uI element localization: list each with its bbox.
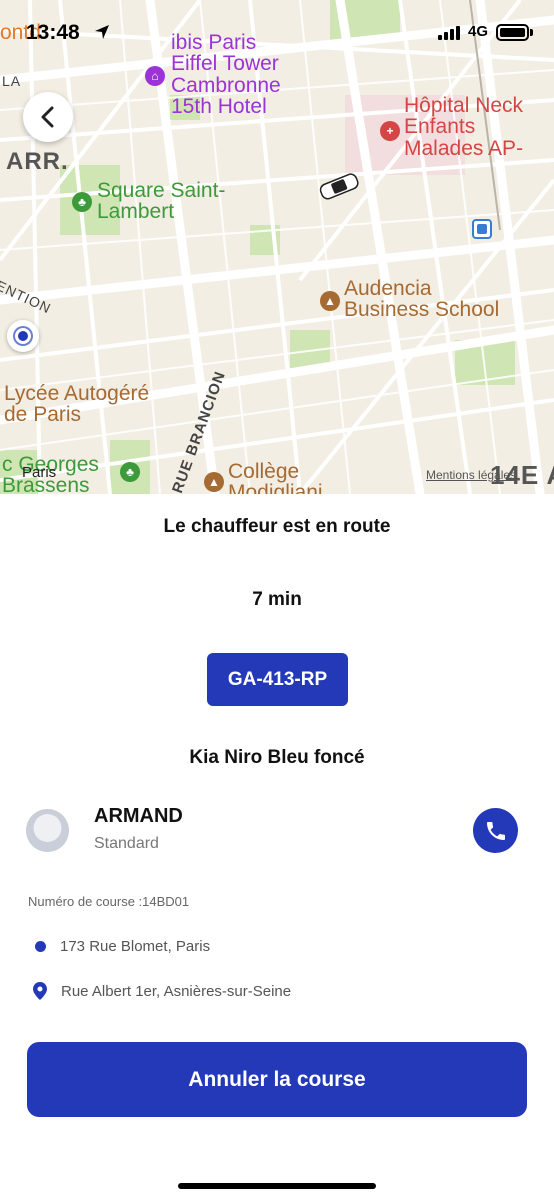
ride-status-title: Le chauffeur est en route <box>163 516 391 537</box>
eta-text: 7 min <box>252 589 302 610</box>
map-poi-lycee-line1: Lycée Autogéré <box>4 382 150 405</box>
map-poi-college-line2: Modigliani <box>228 481 323 494</box>
chevron-left-icon <box>41 106 54 128</box>
driver-avatar <box>26 809 69 852</box>
pickup-dot-icon <box>35 941 46 952</box>
person-icon <box>26 809 69 852</box>
map-poi-square[interactable]: Square Saint- Lambert <box>97 180 225 223</box>
map-poi-ibis-line2: Eiffel Tower <box>171 52 279 76</box>
map-poi-hopital-line1: Hôpital Neck <box>404 94 524 117</box>
map-poi-audencia-line2: Business School <box>344 298 500 322</box>
hospital-icon[interactable]: + <box>380 121 400 141</box>
map-poi-hopital-line3: Malades AP- <box>404 136 524 160</box>
college-icon[interactable]: ▲ <box>204 472 224 492</box>
phone-icon <box>486 821 505 840</box>
network-type: 4G <box>468 23 489 40</box>
ride-number: Numéro de course :14BD01 <box>28 894 190 909</box>
map-poi-audencia[interactable]: Audencia Business School <box>344 278 499 321</box>
taxi-car-icon <box>319 173 359 200</box>
map-poi-hopital[interactable]: Hôpital Neck Enfants Malades AP- <box>404 94 524 160</box>
map-pin-icon <box>33 982 47 1000</box>
hotel-icon[interactable]: ⌂ <box>145 66 165 86</box>
home-indicator[interactable] <box>178 1183 376 1189</box>
cancel-ride-button[interactable]: Annuler la course <box>27 1042 527 1117</box>
park-icon[interactable]: ♣ <box>72 192 92 212</box>
location-arrow-icon <box>95 25 109 39</box>
driver-category: Standard <box>94 835 159 852</box>
map-poi-square-line2: Lambert <box>97 200 175 224</box>
user-location-icon <box>7 320 39 352</box>
call-driver-button[interactable] <box>473 808 518 853</box>
map-poi-college-line1: Collège <box>228 460 300 483</box>
map-poi-audencia-line1: Audencia <box>344 277 432 300</box>
destination-address-row: Rue Albert 1er, Asnières-sur-Seine <box>33 982 291 1000</box>
battery-tip <box>530 29 533 36</box>
map-label-arrondissement: ARR. <box>6 148 69 175</box>
pickup-address-row: 173 Rue Blomet, Paris <box>33 938 210 955</box>
map-view[interactable]: ontd LA ARR. ⌂ ibis Paris Eiffel Tower C… <box>0 0 554 494</box>
map-poi-lycee[interactable]: Lycée Autogéré de Paris <box>4 383 149 426</box>
status-time: 13:48 <box>26 21 80 44</box>
metro-icon[interactable] <box>472 219 492 239</box>
map-poi-college[interactable]: Collège Modigliani <box>228 461 323 494</box>
driver-name: ARMAND <box>94 805 183 827</box>
pickup-address: 173 Rue Blomet, Paris <box>60 938 211 955</box>
park-icon-2[interactable]: ♣ <box>120 462 140 482</box>
battery-icon <box>496 24 529 41</box>
map-poi-square-line1: Square Saint- <box>97 179 226 202</box>
ride-details-sheet: Le chauffeur est en route 7 min GA-413-R… <box>0 494 554 1200</box>
destination-address: Rue Albert 1er, Asnières-sur-Seine <box>61 982 292 1000</box>
map-poi-ibis-line4: 15th Hotel <box>171 95 267 119</box>
vehicle-description: Kia Niro Bleu foncé <box>189 747 365 768</box>
map-label-paris: Paris <box>22 464 57 481</box>
signal-icon <box>438 26 460 40</box>
license-plate-badge: GA-413-RP <box>207 653 348 706</box>
status-bar: 13:48 4G <box>0 18 554 48</box>
map-label-la: LA <box>2 73 22 89</box>
map-poi-ibis-line3: Cambronne <box>171 73 281 97</box>
back-button[interactable] <box>23 92 73 142</box>
map-poi-hopital-line2: Enfants <box>404 115 476 139</box>
legal-mentions-link[interactable]: Mentions légales <box>426 468 516 482</box>
school-icon[interactable]: ▲ <box>320 291 340 311</box>
map-poi-lycee-line2: de Paris <box>4 403 82 427</box>
